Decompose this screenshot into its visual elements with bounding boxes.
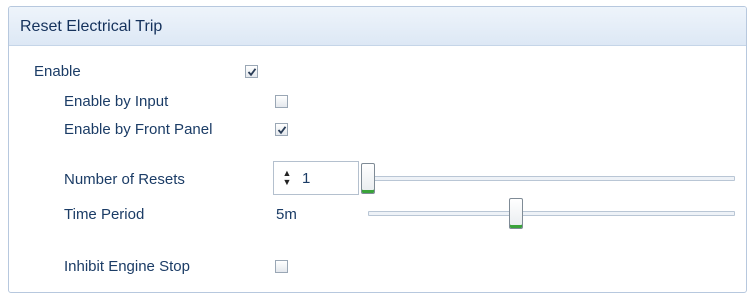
enable-by-front-panel-label: Enable by Front Panel <box>64 121 213 138</box>
time-period-slider-thumb[interactable] <box>509 198 523 229</box>
number-of-resets-value: 1 <box>302 170 311 187</box>
number-of-resets-spinbox[interactable]: ▲ ▼ 1 <box>273 161 359 195</box>
panel-title: Reset Electrical Trip <box>20 18 163 35</box>
checkmark-icon <box>277 126 287 135</box>
checkmark-icon <box>247 68 257 77</box>
number-of-resets-slider-track[interactable] <box>373 176 735 181</box>
inhibit-engine-stop-checkbox[interactable] <box>275 260 288 273</box>
time-period-value: 5m <box>276 206 297 223</box>
enable-checkbox[interactable] <box>245 65 258 78</box>
spin-arrows-icon[interactable]: ▲ ▼ <box>282 169 292 187</box>
enable-by-input-checkbox[interactable] <box>275 95 288 108</box>
time-period-label: Time Period <box>64 206 145 223</box>
panel-header: Reset Electrical Trip <box>9 7 746 46</box>
time-period-slider-track[interactable] <box>368 211 735 216</box>
enable-by-input-label: Enable by Input <box>64 93 169 110</box>
reset-electrical-trip-panel: Reset Electrical Trip Enable Enable by I… <box>8 6 747 293</box>
enable-label: Enable <box>34 63 81 80</box>
enable-by-front-panel-checkbox[interactable] <box>275 123 288 136</box>
number-of-resets-label: Number of Resets <box>64 171 185 188</box>
number-of-resets-slider-thumb[interactable] <box>361 163 375 194</box>
inhibit-engine-stop-label: Inhibit Engine Stop <box>64 258 190 275</box>
